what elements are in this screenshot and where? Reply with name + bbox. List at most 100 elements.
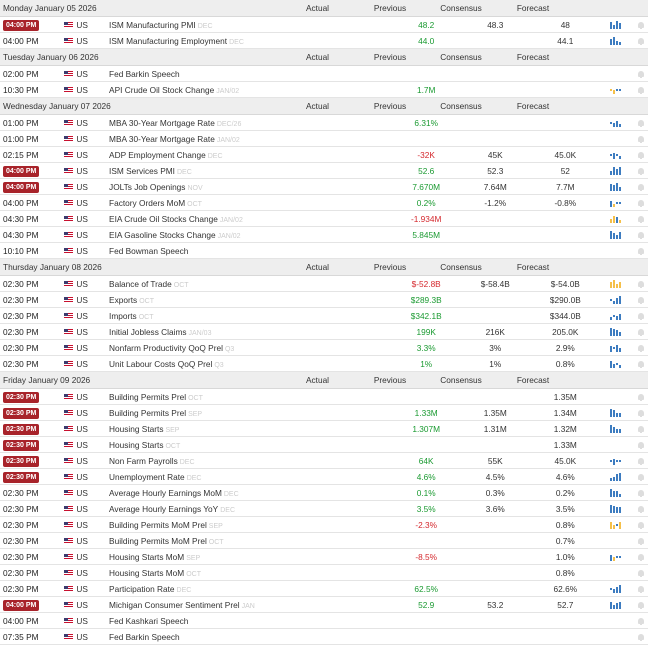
event-name-cell[interactable]: ADP Employment Change DEC [109,150,329,160]
mini-chart-icon[interactable] [610,392,633,401]
event-name-cell[interactable]: Housing Starts OCT [109,440,329,450]
mini-chart-icon[interactable] [610,472,633,481]
event-name-cell[interactable]: Housing Starts MoM SEP [109,552,329,562]
event-name-cell[interactable]: EIA Gasoline Stocks Change JAN/02 [109,230,329,240]
event-row[interactable]: 02:30 PM US Initial Jobless Claims JAN/03 19… [0,324,648,340]
mini-chart-icon[interactable] [610,279,633,288]
event-row[interactable]: 02:30 PM US Housing Starts MoM SEP -8.5% 1.0% [0,549,648,565]
bell-icon[interactable] [637,215,644,223]
event-row[interactable]: 04:30 PM US EIA Gasoline Stocks Change JAN/… [0,227,648,243]
bell-icon[interactable] [637,199,644,207]
event-name-link[interactable]: Michigan Consumer Sentiment Prel [109,600,240,610]
event-row[interactable]: 04:00 PM US ISM Manufacturing PMI DEC 48.2 48… [0,17,648,33]
mini-chart-icon[interactable] [610,343,633,352]
event-name-link[interactable]: Housing Starts MoM [109,568,184,578]
mini-chart-icon[interactable] [610,134,633,143]
event-name-link[interactable]: Non Farm Payrolls [109,456,178,466]
bell-icon[interactable] [637,70,644,78]
event-name-cell[interactable]: EIA Crude Oil Stocks Change JAN/02 [109,214,329,224]
bell-icon[interactable] [637,86,644,94]
bell-icon[interactable] [637,37,644,45]
event-row[interactable]: 02:30 PM US Housing Starts SEP 1.307M 1.31M 1.… [0,421,648,437]
event-row[interactable]: 04:00 PM US Fed Kashkari Speech [0,613,648,629]
event-name-cell[interactable]: ISM Manufacturing PMI DEC [109,20,329,30]
bell-icon[interactable] [637,425,644,433]
event-name-link[interactable]: Average Hourly Earnings YoY [109,504,218,514]
bell-icon[interactable] [637,344,644,352]
event-row[interactable]: 10:30 PM US API Crude Oil Stock Change JAN/… [0,82,648,98]
event-row[interactable]: 02:30 PM US Unemployment Rate DEC 4.6% 4.5% 4.… [0,469,648,485]
mini-chart-icon[interactable] [610,568,633,577]
mini-chart-icon[interactable] [610,600,633,609]
event-name-link[interactable]: ISM Manufacturing PMI [109,20,196,30]
event-name-cell[interactable]: Housing Starts SEP [109,424,329,434]
event-name-link[interactable]: Average Hourly Earnings MoM [109,488,222,498]
event-name-link[interactable]: Exports [109,295,137,305]
mini-chart-icon[interactable] [610,632,633,641]
mini-chart-icon[interactable] [610,616,633,625]
event-name-cell[interactable]: Housing Starts MoM OCT [109,568,329,578]
mini-chart-icon[interactable] [610,424,633,433]
event-row[interactable]: 04:00 PM US ISM Services PMI DEC 52.6 52.3 52 [0,163,648,179]
event-row[interactable]: 04:00 PM US Michigan Consumer Sentiment Pr… [0,597,648,613]
event-row[interactable]: 02:30 PM US Non Farm Payrolls DEC 64K 55K 45.0… [0,453,648,469]
event-row[interactable]: 02:30 PM US Imports OCT $342.1B $344.0B [0,308,648,324]
event-name-link[interactable]: Unit Labour Costs QoQ Prel [109,359,212,369]
event-row[interactable]: 02:30 PM US Average Hourly Earnings MoM DEC… [0,485,648,501]
event-name-cell[interactable]: Average Hourly Earnings MoM DEC [109,488,329,498]
event-row[interactable]: 04:30 PM US EIA Crude Oil Stocks Change JAN… [0,211,648,227]
mini-chart-icon[interactable] [610,182,633,191]
event-row[interactable]: 02:30 PM US Building Permits Prel OCT 1.35M [0,389,648,405]
bell-icon[interactable] [637,505,644,513]
event-name-link[interactable]: Building Permits Prel [109,408,186,418]
bell-icon[interactable] [637,360,644,368]
bell-icon[interactable] [637,21,644,29]
event-name-cell[interactable]: Factory Orders MoM OCT [109,198,329,208]
bell-icon[interactable] [637,489,644,497]
event-name-link[interactable]: Fed Barkin Speech [109,632,180,642]
event-name-link[interactable]: Unemployment Rate [109,472,185,482]
event-name-cell[interactable]: Michigan Consumer Sentiment Prel JAN [109,600,329,610]
event-name-cell[interactable]: API Crude Oil Stock Change JAN/02 [109,85,329,95]
event-name-link[interactable]: Factory Orders MoM [109,198,185,208]
event-name-cell[interactable]: Exports OCT [109,295,329,305]
mini-chart-icon[interactable] [610,214,633,223]
event-name-link[interactable]: ISM Manufacturing Employment [109,36,227,46]
event-name-link[interactable]: Nonfarm Productivity QoQ Prel [109,343,223,353]
event-name-cell[interactable]: ISM Manufacturing Employment DEC [109,36,329,46]
event-name-cell[interactable]: Participation Rate DEC [109,584,329,594]
event-name-cell[interactable]: Fed Barkin Speech [109,632,329,642]
event-name-cell[interactable]: Building Permits Prel SEP [109,408,329,418]
event-name-link[interactable]: Fed Barkin Speech [109,69,180,79]
event-row[interactable]: 02:15 PM US ADP Employment Change DEC -32K 45… [0,147,648,163]
mini-chart-icon[interactable] [610,584,633,593]
bell-icon[interactable] [637,231,644,239]
event-name-link[interactable]: Housing Starts [109,440,163,450]
mini-chart-icon[interactable] [610,520,633,529]
event-name-link[interactable]: ISM Services PMI [109,166,175,176]
event-name-cell[interactable]: Non Farm Payrolls DEC [109,456,329,466]
event-name-link[interactable]: Imports [109,311,137,321]
mini-chart-icon[interactable] [610,359,633,368]
event-row[interactable]: 04:00 PM US ISM Manufacturing Employment DE… [0,33,648,49]
mini-chart-icon[interactable] [610,118,633,127]
event-name-cell[interactable]: Fed Bowman Speech [109,246,329,256]
bell-icon[interactable] [637,521,644,529]
mini-chart-icon[interactable] [610,85,633,94]
event-name-cell[interactable]: Balance of Trade OCT [109,279,329,289]
bell-icon[interactable] [637,312,644,320]
bell-icon[interactable] [637,601,644,609]
bell-icon[interactable] [637,119,644,127]
event-name-link[interactable]: Participation Rate [109,584,175,594]
event-name-cell[interactable]: Nonfarm Productivity QoQ Prel Q3 [109,343,329,353]
event-row[interactable]: 04:00 PM US JOLTs Job Openings NOV 7.670M 7.6… [0,179,648,195]
event-name-link[interactable]: MBA 30-Year Mortgage Rate [109,118,215,128]
event-row[interactable]: 02:30 PM US Building Permits Prel SEP 1.33M 1… [0,405,648,421]
mini-chart-icon[interactable] [610,230,633,239]
event-name-link[interactable]: Fed Bowman Speech [109,246,188,256]
bell-icon[interactable] [637,553,644,561]
bell-icon[interactable] [637,280,644,288]
event-row[interactable]: 02:30 PM US Housing Starts MoM OCT 0.8% [0,565,648,581]
event-name-cell[interactable]: MBA 30-Year Mortgage Rate JAN/02 [109,134,329,144]
event-row[interactable]: 01:00 PM US MBA 30-Year Mortgage Rate DEC/2… [0,115,648,131]
